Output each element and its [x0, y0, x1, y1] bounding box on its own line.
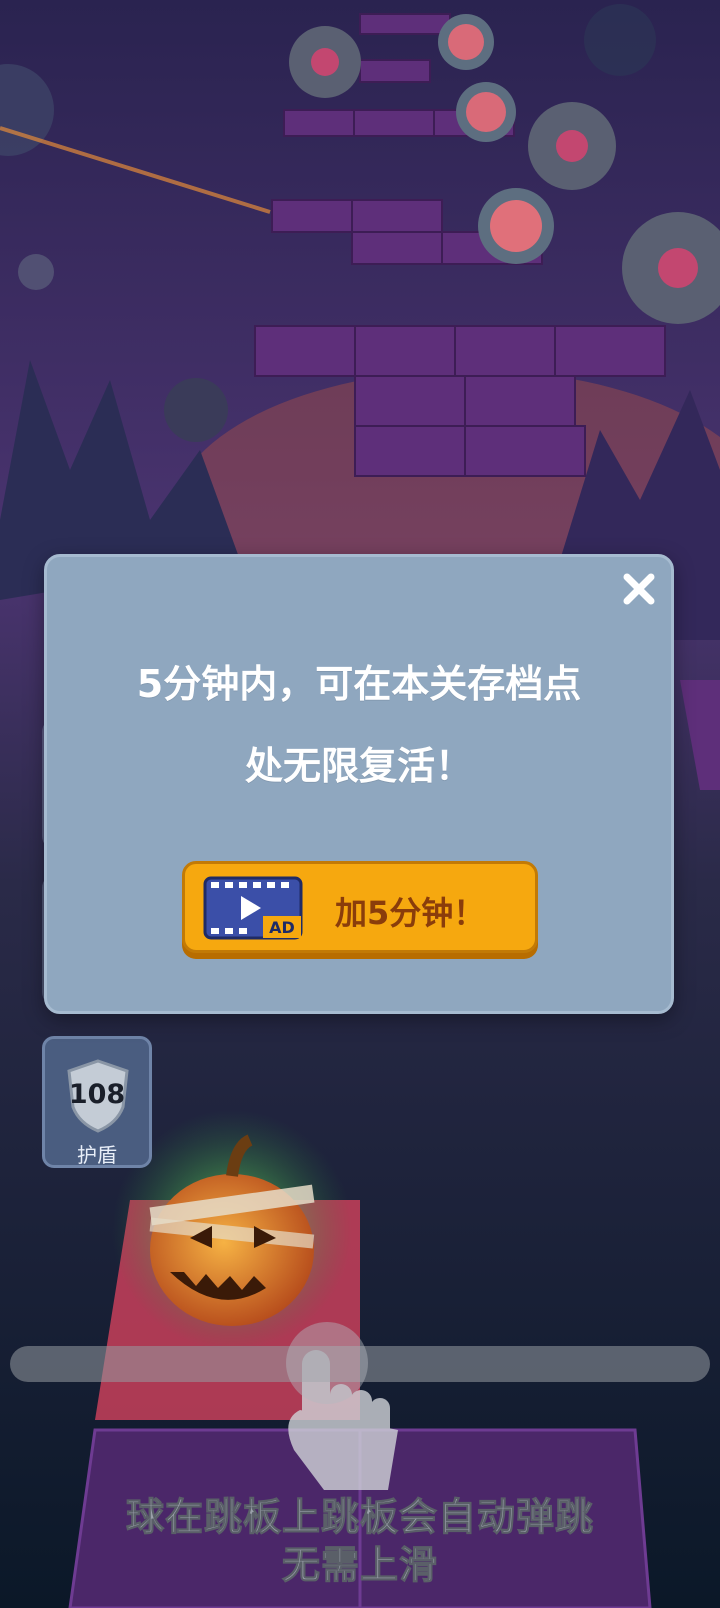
dialog-message-line2: 处无限复活！: [244, 744, 473, 788]
tutorial-text-line2: 无需上滑: [281, 1543, 438, 1588]
shield-label: 护盾: [77, 1143, 117, 1167]
tutorial-text-line1: 球在跳板上跳板会自动弹跳: [125, 1495, 594, 1540]
revive-dialog: 5分钟内，可在本关存档点 处无限复活！ AD 加5分钟！: [44, 554, 674, 1014]
shield-button[interactable]: 108 护盾: [42, 1036, 152, 1168]
video-ad-icon: AD: [203, 876, 303, 940]
ad-button-label: 加5分钟！: [335, 894, 486, 932]
close-icon[interactable]: [619, 569, 659, 609]
ad-badge: AD: [269, 918, 295, 937]
dialog-message-line1: 5分钟内，可在本关存档点: [136, 662, 582, 706]
watch-ad-add-time-button[interactable]: AD 加5分钟！: [182, 861, 538, 953]
shield-count: 108: [68, 1079, 126, 1110]
swipe-slider-knob[interactable]: [286, 1322, 368, 1404]
